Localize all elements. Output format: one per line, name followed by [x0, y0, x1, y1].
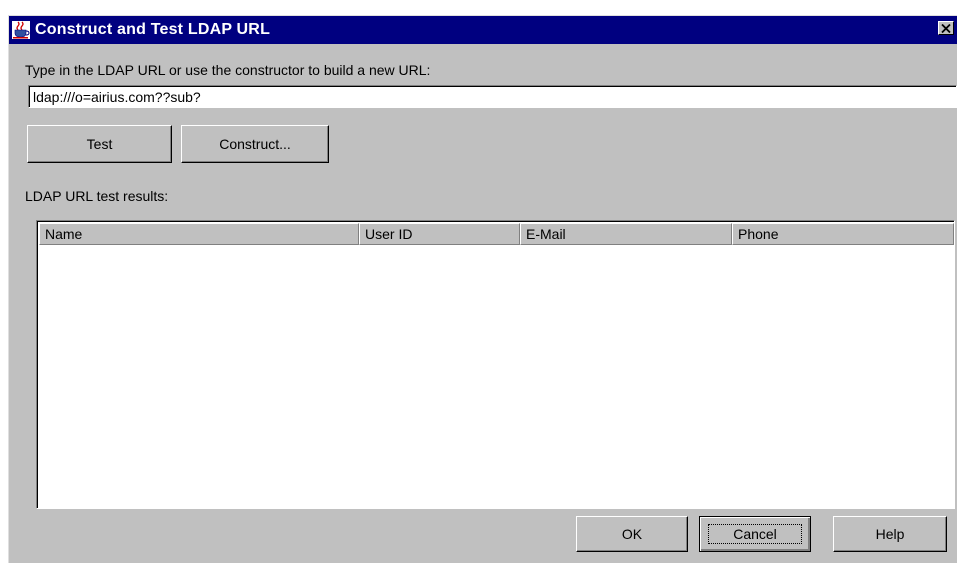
title-bar[interactable]: Construct and Test LDAP URL [9, 16, 957, 44]
column-header-phone[interactable]: Phone [732, 223, 954, 245]
test-button[interactable]: Test [27, 125, 172, 163]
results-label: LDAP URL test results: [25, 188, 169, 204]
cancel-button[interactable]: Cancel [699, 516, 811, 552]
column-header-email[interactable]: E-Mail [520, 223, 732, 245]
results-table[interactable]: Name User ID E-Mail Phone [36, 220, 955, 509]
window-title: Construct and Test LDAP URL [35, 21, 271, 38]
results-table-header: Name User ID E-Mail Phone [39, 223, 954, 245]
dialog-window: Construct and Test LDAP URL Type in the … [8, 15, 957, 563]
ldap-url-input[interactable] [28, 85, 957, 108]
construct-button[interactable]: Construct... [181, 125, 329, 163]
results-table-body[interactable] [39, 245, 954, 508]
java-coffee-cup-icon [12, 21, 30, 39]
ok-button[interactable]: OK [576, 516, 688, 552]
close-icon [941, 23, 951, 33]
help-button[interactable]: Help [833, 516, 947, 552]
close-button[interactable] [938, 21, 954, 35]
url-prompt-label: Type in the LDAP URL or use the construc… [25, 62, 431, 78]
column-header-user-id[interactable]: User ID [359, 223, 520, 245]
column-header-name[interactable]: Name [39, 223, 359, 245]
cancel-button-label: Cancel [708, 524, 802, 544]
